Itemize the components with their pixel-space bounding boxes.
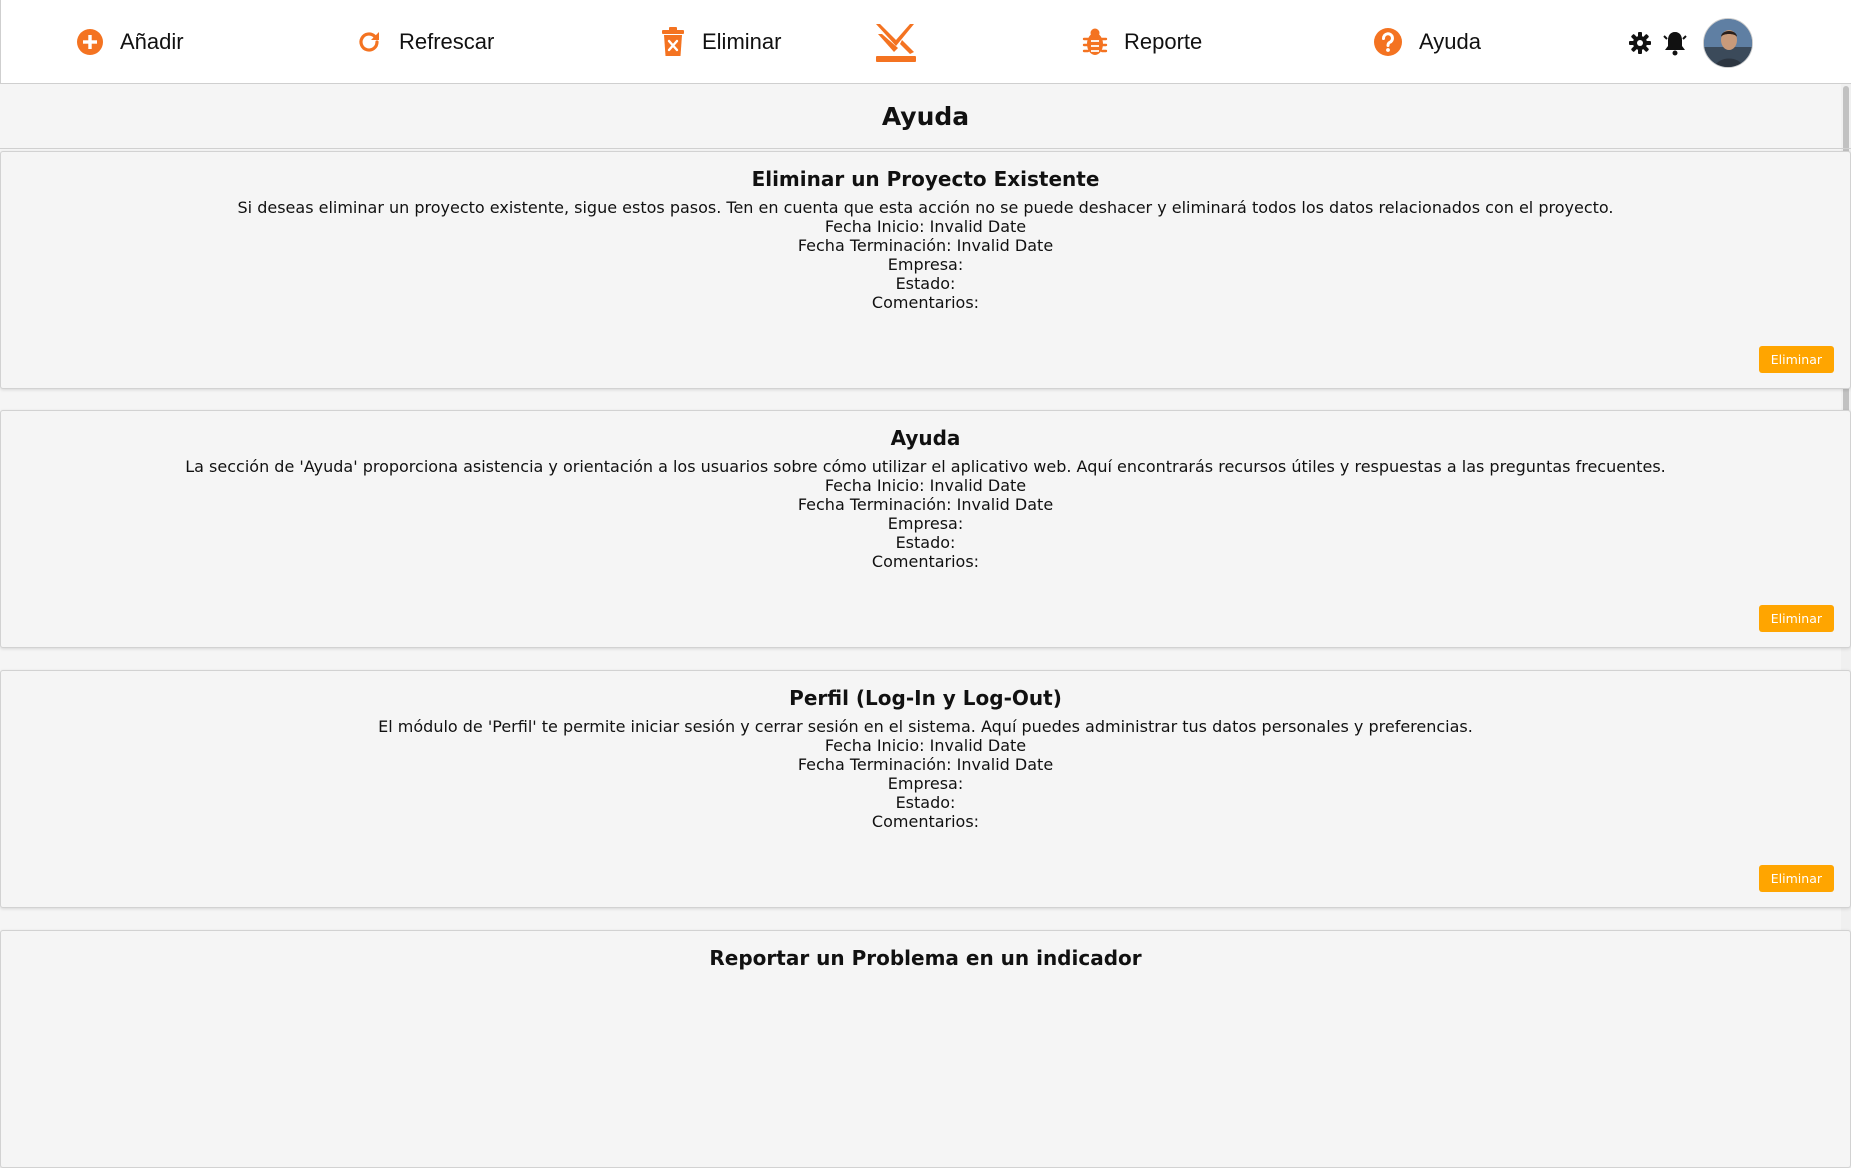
gear-icon[interactable] — [1628, 31, 1652, 55]
card-title: Eliminar un Proyecto Existente — [751, 167, 1100, 191]
add-button[interactable]: Añadir — [76, 22, 184, 62]
bug-icon — [1082, 28, 1108, 55]
card-status: Estado: — [895, 533, 956, 552]
trash-icon — [662, 27, 684, 56]
card-delete-button[interactable]: Eliminar — [1758, 346, 1834, 373]
card-description: La sección de 'Ayuda' proporciona asiste… — [185, 457, 1666, 476]
help-card: Perfil (Log-In y Log-Out) El módulo de '… — [0, 670, 1851, 908]
card-comments: Comentarios: — [871, 812, 980, 831]
help-button-label: Ayuda — [1419, 29, 1481, 54]
refresh-button-label: Refrescar — [399, 29, 495, 54]
delete-button-label: Eliminar — [702, 29, 782, 54]
help-button[interactable]: Ayuda — [1373, 22, 1481, 62]
help-card: Eliminar un Proyecto Existente Si deseas… — [0, 151, 1851, 389]
card-comments: Comentarios: — [871, 293, 980, 312]
report-button-label: Reporte — [1124, 29, 1203, 54]
top-navigation-bar: Añadir Refrescar Eliminar Reporte Ayuda — [0, 0, 1851, 84]
add-button-label: Añadir — [120, 29, 184, 54]
refresh-icon — [359, 32, 379, 52]
report-button[interactable]: Reporte — [1082, 22, 1202, 62]
help-card: Ayuda La sección de 'Ayuda' proporciona … — [0, 410, 1851, 648]
card-comments: Comentarios: — [871, 552, 980, 571]
card-company: Empresa: — [887, 255, 964, 274]
card-description: Si deseas eliminar un proyecto existente… — [237, 198, 1614, 217]
card-company: Empresa: — [887, 774, 964, 793]
brand-logo-icon[interactable] — [874, 20, 918, 64]
card-end-date: Fecha Terminación: Invalid Date — [797, 236, 1054, 255]
card-end-date: Fecha Terminación: Invalid Date — [797, 495, 1054, 514]
card-delete-button[interactable]: Eliminar — [1758, 865, 1834, 892]
card-start-date: Fecha Inicio: Invalid Date — [824, 476, 1027, 495]
page-header: Ayuda — [0, 85, 1851, 149]
delete-button[interactable]: Eliminar — [660, 22, 781, 62]
avatar-image — [1704, 19, 1752, 67]
card-delete-button[interactable]: Eliminar — [1758, 605, 1834, 632]
card-title: Perfil (Log-In y Log-Out) — [789, 686, 1062, 710]
card-start-date: Fecha Inicio: Invalid Date — [824, 217, 1027, 236]
card-status: Estado: — [895, 274, 956, 293]
card-description: El módulo de 'Perfil' te permite iniciar… — [378, 717, 1473, 736]
card-status: Estado: — [895, 793, 956, 812]
question-circle-icon — [1374, 28, 1402, 56]
card-end-date: Fecha Terminación: Invalid Date — [797, 755, 1054, 774]
card-title: Reportar un Problema en un indicador — [709, 946, 1142, 970]
card-title: Ayuda — [890, 426, 961, 450]
plus-circle-icon — [77, 29, 103, 55]
card-company: Empresa: — [887, 514, 964, 533]
card-start-date: Fecha Inicio: Invalid Date — [824, 736, 1027, 755]
user-avatar[interactable] — [1703, 18, 1753, 68]
bell-icon[interactable] — [1663, 30, 1687, 56]
refresh-button[interactable]: Refrescar — [355, 22, 494, 62]
page-title: Ayuda — [881, 102, 970, 131]
help-card: Reportar un Problema en un indicador — [0, 930, 1851, 1168]
